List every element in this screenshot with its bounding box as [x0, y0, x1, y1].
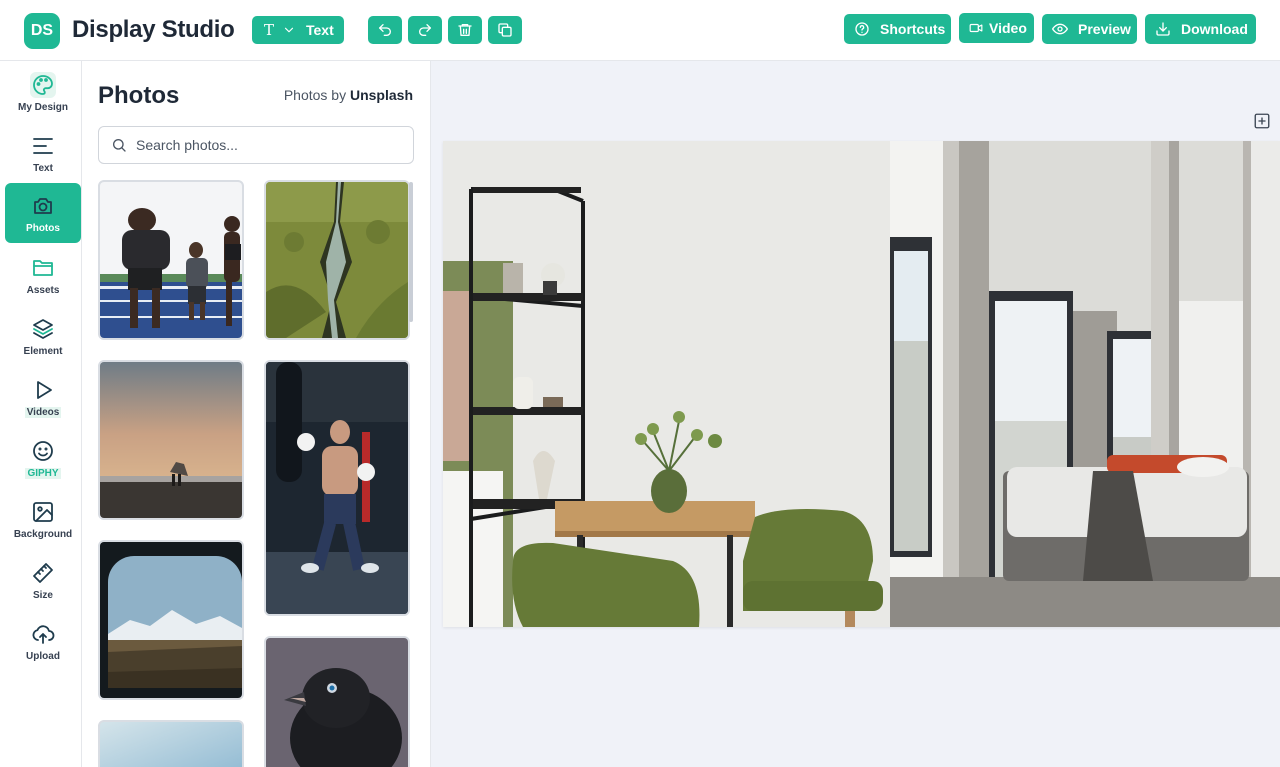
image-icon [33, 501, 53, 522]
interior-photo [443, 141, 1280, 627]
photo-thumbnail-sky[interactable] [98, 720, 244, 767]
sidebar-item-videos[interactable]: Videos [5, 367, 81, 427]
cloud-upload-icon [32, 624, 55, 644]
trash-icon [458, 24, 472, 36]
text-tool-label: Text [306, 22, 334, 38]
folder-icon [33, 259, 53, 276]
image-icon-wrap [30, 499, 56, 525]
redo-button[interactable] [408, 16, 442, 44]
duplicate-icon [498, 23, 512, 37]
sidebar-item-label: Upload [26, 650, 60, 662]
duplicate-button[interactable] [488, 16, 522, 44]
smiley-icon [33, 440, 53, 461]
preview-button[interactable]: Preview [1042, 14, 1137, 44]
sidebar-item-label: Size [32, 589, 53, 601]
download-label: Download [1181, 21, 1248, 37]
sidebar-item-upload[interactable]: Upload [5, 611, 81, 671]
design-artboard[interactable] [443, 141, 1280, 627]
sidebar-item-label: GIPHY [25, 467, 61, 479]
folder-icon-wrap [30, 255, 56, 281]
app-title: Display Studio [72, 16, 235, 43]
sidebar-item-photos[interactable]: Photos [5, 183, 81, 243]
eye-icon [1052, 23, 1068, 35]
beach-image [100, 362, 242, 518]
credit-source-link[interactable]: Unsplash [350, 87, 413, 103]
shortcuts-button[interactable]: Shortcuts [844, 14, 951, 44]
boxer-image [266, 362, 408, 614]
layers-icon [33, 318, 53, 339]
search-input[interactable] [136, 137, 396, 153]
photo-thumbnail-bird[interactable] [264, 636, 410, 767]
shortcuts-label: Shortcuts [880, 21, 946, 37]
chevron-down-icon [284, 27, 294, 33]
smiley-icon-wrap [30, 438, 56, 464]
help-circle-icon [855, 22, 869, 36]
search-icon [113, 139, 126, 152]
bird-image [266, 638, 408, 767]
download-icon [1156, 22, 1170, 36]
download-button[interactable]: Download [1145, 14, 1256, 44]
text-tool-glyph: T [263, 21, 274, 39]
sidebar-item-label: Background [13, 528, 73, 540]
photo-thumbnail-canyon[interactable] [264, 180, 410, 340]
camera-icon-wrap [30, 193, 56, 219]
text-tool-button[interactable]: T Text [252, 16, 344, 44]
photo-search [98, 126, 414, 164]
ruler-icon [33, 562, 53, 583]
play-icon-wrap [30, 377, 56, 403]
app-logo[interactable]: DS [24, 13, 60, 49]
sidebar-item-label: Element [23, 345, 63, 357]
undo-icon [379, 24, 391, 36]
photo-thumbnail-athletes[interactable] [98, 180, 244, 340]
credit-prefix: Photos by [283, 87, 347, 103]
video-label: Video [989, 20, 1027, 36]
redo-icon [419, 24, 431, 36]
undo-button[interactable] [368, 16, 402, 44]
athletes-image [100, 182, 242, 338]
sidebar-item-assets[interactable]: Assets [5, 245, 81, 305]
sidebar-item-text[interactable]: Text [5, 123, 81, 183]
sidebar-item-label: Text [33, 162, 53, 174]
video-camera-icon [969, 23, 983, 33]
photo-thumbnail-mirror-mountains[interactable] [98, 540, 244, 700]
video-button[interactable]: Video [959, 13, 1034, 43]
canyon-image [266, 182, 408, 338]
layers-icon-wrap [30, 316, 56, 342]
photo-thumbnail-beach[interactable] [98, 360, 244, 520]
palette-icon [33, 74, 53, 95]
sidebar-item-label: Photos [26, 222, 60, 234]
text-icon-wrap [30, 133, 56, 159]
sidebar-item-label: Assets [26, 284, 60, 296]
sidebar-item-label: My Design [17, 101, 68, 113]
plus-square-icon [1254, 113, 1270, 129]
mirror-mountains-image [100, 542, 242, 698]
play-icon [37, 380, 52, 399]
camera-icon [34, 197, 52, 214]
text-lines-icon [33, 137, 53, 154]
top-header: DS Display Studio T Text Shortcuts Video… [0, 0, 1280, 61]
sidebar-item-background[interactable]: Background [5, 489, 81, 549]
cloud-upload-icon-wrap [30, 621, 56, 647]
add-page-button[interactable] [1253, 112, 1271, 130]
photos-panel: Photos Photos by Unsplash [82, 61, 431, 767]
delete-button[interactable] [448, 16, 482, 44]
sidebar-item-giphy[interactable]: GIPHY [5, 428, 81, 488]
sidebar-item-label: Videos [24, 406, 62, 418]
sky-image [100, 722, 242, 767]
photo-credit: Photos by Unsplash [284, 87, 413, 103]
photo-thumbnail-boxer[interactable] [264, 360, 410, 616]
sidebar-item-my-design[interactable]: My Design [5, 62, 81, 122]
palette-icon-wrap [30, 71, 56, 98]
sidebar-item-size[interactable]: Size [5, 550, 81, 610]
panel-title: Photos [98, 82, 180, 109]
sidebar-nav: My Design Text Photos Assets Element Vid… [0, 61, 82, 767]
panel-scrollbar[interactable] [409, 182, 413, 322]
sidebar-item-element[interactable]: Element [5, 306, 81, 366]
ruler-icon-wrap [30, 560, 56, 586]
preview-label: Preview [1078, 21, 1131, 37]
